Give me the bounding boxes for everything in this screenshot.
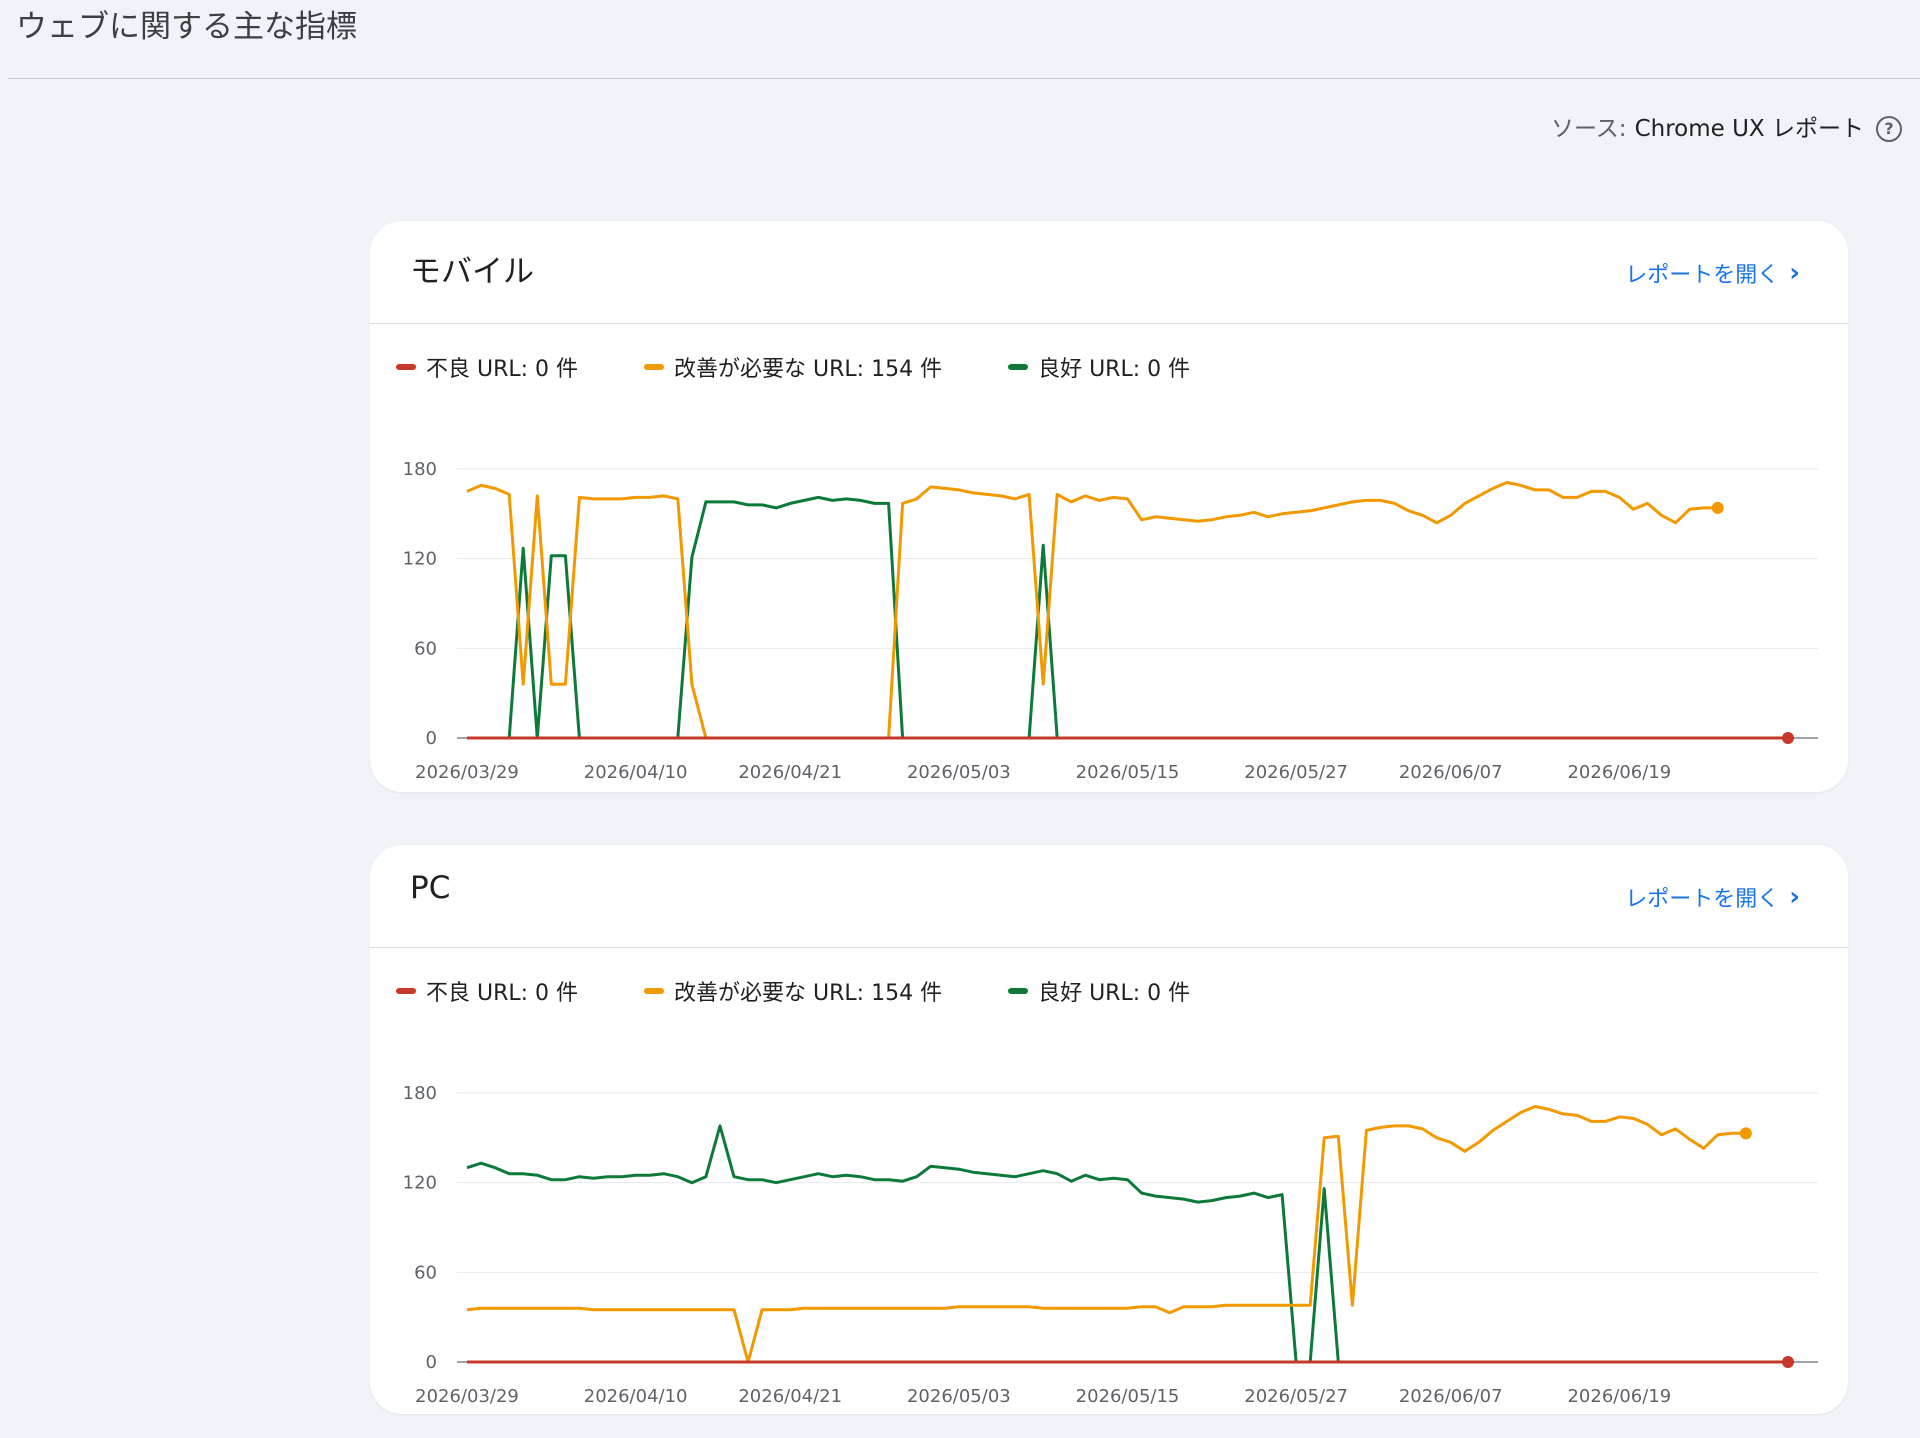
x-tick-label: 2026/05/03 xyxy=(907,1386,1011,1407)
y-tick-label: 180 xyxy=(403,459,437,480)
series-line xyxy=(466,1124,1746,1364)
legend-label: 不良 URL: 0 件 xyxy=(426,981,579,1006)
x-tick-label: 2026/05/27 xyxy=(1244,762,1348,783)
x-tick-label: 2026/05/27 xyxy=(1244,1386,1348,1407)
y-tick-label: 0 xyxy=(426,1352,437,1373)
y-tick-label: 180 xyxy=(403,1083,437,1104)
x-tick-label: 2026/03/29 xyxy=(415,762,519,783)
legend-label: 改善が必要な URL: 154 件 xyxy=(674,981,943,1006)
legend: 不良 URL: 0 件 改善が必要な URL: 154 件 良好 URL: 0 … xyxy=(396,975,1190,1007)
legend-swatch xyxy=(396,988,416,994)
source-label: ソース: xyxy=(1550,116,1627,142)
x-tick-label: 2026/04/21 xyxy=(738,1386,842,1407)
legend-label: 良好 URL: 0 件 xyxy=(1038,357,1191,382)
series-line xyxy=(466,1105,1746,1364)
open-report-label: レポートを開く xyxy=(1625,263,1780,288)
series-line xyxy=(466,481,1718,740)
chevron-right-icon: › xyxy=(1789,882,1800,912)
legend-label: 不良 URL: 0 件 xyxy=(426,357,579,382)
legend-item-poor[interactable]: 不良 URL: 0 件 xyxy=(396,351,578,383)
x-tick-label: 2026/06/07 xyxy=(1399,762,1503,783)
legend-swatch xyxy=(1008,988,1029,994)
card-header: モバイル レポートを開く › xyxy=(370,221,1848,324)
x-tick-label: 2026/04/21 xyxy=(738,762,842,783)
legend: 不良 URL: 0 件 改善が必要な URL: 154 件 良好 URL: 0 … xyxy=(396,351,1190,383)
chevron-right-icon: › xyxy=(1789,258,1800,288)
data-source: ソース: Chrome UX レポート ? xyxy=(1551,112,1902,146)
x-tick-label: 2026/05/03 xyxy=(907,762,1011,783)
open-report-label: レポートを開く xyxy=(1625,887,1780,912)
x-tick-label: 2026/05/15 xyxy=(1076,762,1180,783)
card-mobile: モバイル レポートを開く › 不良 URL: 0 件 改善が必要な URL: 1… xyxy=(370,221,1848,792)
y-tick-label: 0 xyxy=(426,728,437,749)
x-tick-label: 2026/06/07 xyxy=(1399,1386,1503,1407)
x-tick-label: 2026/06/19 xyxy=(1567,762,1671,783)
y-tick-label: 120 xyxy=(403,549,437,570)
card-title: モバイル xyxy=(410,254,534,290)
series-end-point xyxy=(1782,1356,1794,1368)
x-tick-label: 2026/04/10 xyxy=(584,1386,688,1407)
x-tick-label: 2026/04/10 xyxy=(584,762,688,783)
source-value: Chrome UX レポート xyxy=(1634,116,1864,142)
x-tick-label: 2026/03/29 xyxy=(415,1386,519,1407)
y-tick-label: 60 xyxy=(414,1262,437,1283)
legend-item-poor[interactable]: 不良 URL: 0 件 xyxy=(396,975,578,1007)
open-report-link[interactable]: レポートを開く › xyxy=(1625,257,1800,289)
card-pc: PC レポートを開く › 不良 URL: 0 件 改善が必要な URL: 154… xyxy=(370,845,1848,1414)
x-tick-label: 2026/06/19 xyxy=(1567,1386,1671,1407)
pc-line-chart: 0 60 120 180 2026/03/29 2026/04/10 2026/04/21 2… xyxy=(403,1083,1818,1407)
legend-swatch xyxy=(396,364,416,370)
legend-label: 良好 URL: 0 件 xyxy=(1038,981,1191,1006)
series-line xyxy=(467,495,1718,740)
legend-swatch xyxy=(644,364,665,370)
legend-item-good[interactable]: 良好 URL: 0 件 xyxy=(1008,975,1190,1007)
series-end-point xyxy=(1782,732,1794,744)
legend-label: 改善が必要な URL: 154 件 xyxy=(674,357,943,382)
legend-swatch xyxy=(644,988,665,994)
y-tick-label: 60 xyxy=(414,638,437,659)
legend-item-good[interactable]: 良好 URL: 0 件 xyxy=(1008,351,1190,383)
open-report-link[interactable]: レポートを開く › xyxy=(1625,881,1800,913)
x-tick-label: 2026/05/15 xyxy=(1076,1386,1180,1407)
mobile-line-chart: 0 60 120 180 2026/03/29 2026/04/10 2026/04/21 2… xyxy=(403,459,1818,783)
card-header: PC レポートを開く › xyxy=(370,845,1848,948)
legend-swatch xyxy=(1008,364,1029,370)
series-end-point xyxy=(1739,1127,1752,1140)
series-end-point xyxy=(1711,501,1724,514)
legend-item-needs-improvement[interactable]: 改善が必要な URL: 154 件 xyxy=(644,351,942,383)
title-divider xyxy=(8,78,1920,79)
page-title: ウェブに関する主な指標 xyxy=(16,9,357,45)
card-title: PC xyxy=(410,870,451,906)
help-circle-icon[interactable]: ? xyxy=(1876,116,1902,142)
legend-item-needs-improvement[interactable]: 改善が必要な URL: 154 件 xyxy=(644,975,942,1007)
y-tick-label: 120 xyxy=(403,1173,437,1194)
